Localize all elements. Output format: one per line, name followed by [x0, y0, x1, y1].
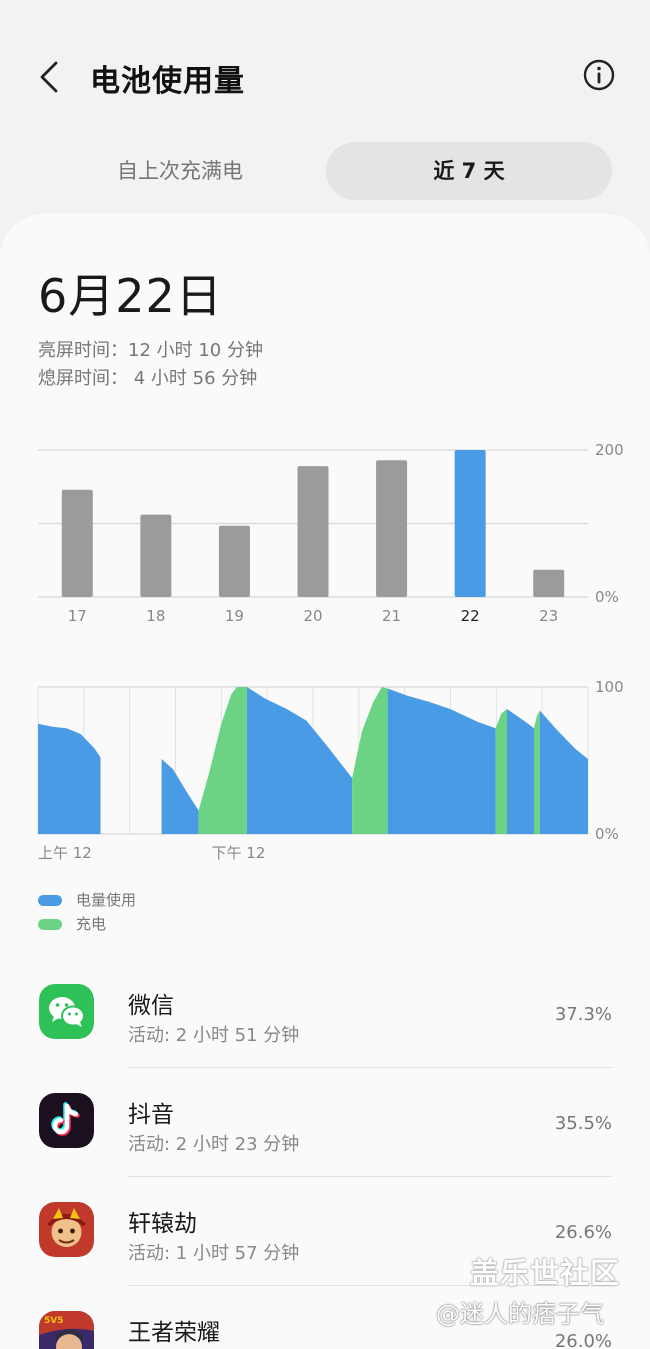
- info-button[interactable]: [582, 58, 616, 92]
- usage-card: 6月22日 亮屏时间：12 小时 10 分钟 熄屏时间： 4 小时 56 分钟 …: [0, 214, 650, 1349]
- usage-area-2: [246, 687, 353, 834]
- y-tick-label: 100: [595, 678, 624, 696]
- app-usage-percent: 37.3%: [554, 1004, 612, 1025]
- info-circle-icon: [583, 59, 615, 91]
- app-usage-percent: 26.6%: [554, 1222, 612, 1243]
- x-tick-label: 22: [461, 607, 480, 625]
- tab-last-7-days[interactable]: 近 7 天: [326, 142, 612, 200]
- bar-day-22[interactable]: [454, 450, 486, 597]
- app-row-douyin[interactable]: 抖音 活动: 2 小时 23 分钟 35.5%: [0, 1068, 650, 1177]
- usage-area-4: [507, 709, 534, 834]
- app-usage-percent: 26.0%: [554, 1331, 612, 1349]
- chart-legend: 电量使用 充电: [38, 888, 338, 936]
- y-tick-label: 0%: [595, 825, 619, 843]
- period-tabs: 自上次充满电 近 7 天: [38, 142, 612, 200]
- charging-area-1: [352, 687, 388, 834]
- x-tick-label: 17: [68, 607, 87, 625]
- usage-area-5: [539, 710, 588, 834]
- usage-area-0: [38, 723, 101, 834]
- watermark-author: @迷人的痞子气: [436, 1300, 604, 1328]
- screen-off-time: 熄屏时间： 4 小时 56 分钟: [38, 368, 258, 389]
- bar-day-21[interactable]: [376, 460, 408, 597]
- x-tick-label: 下午 12: [212, 844, 266, 862]
- charging-area-2: [495, 709, 507, 834]
- app-activity: 活动: 2 小时 23 分钟: [128, 1134, 300, 1155]
- usage-area-1: [161, 759, 199, 834]
- page-title: 电池使用量: [90, 64, 245, 99]
- y-tick-label: 0%: [595, 588, 619, 606]
- legend-item-usage: 电量使用: [38, 888, 338, 912]
- tab-since-full-charge[interactable]: 自上次充满电: [38, 142, 322, 200]
- app-name: 王者荣耀: [128, 1320, 220, 1346]
- bar-day-17[interactable]: [61, 489, 93, 597]
- app-usage-percent: 35.5%: [554, 1113, 612, 1134]
- chevron-left-icon: [40, 61, 58, 93]
- legend-swatch-charging: [38, 919, 62, 930]
- app-activity: 活动: 1 小时 57 分钟: [128, 1243, 300, 1264]
- app-name: 轩辕劫: [128, 1211, 197, 1237]
- daily-usage-bar-chart: 200 0% 17 18 19 20 21 22 23: [38, 441, 624, 625]
- x-tick-label: 上午 12: [38, 844, 92, 862]
- app-name: 微信: [128, 993, 174, 1019]
- y-tick-label: 200: [595, 441, 624, 459]
- wechat-icon: [39, 984, 94, 1039]
- x-tick-label: 19: [225, 607, 244, 625]
- app-activity: 活动: 2 小时 51 分钟: [128, 1025, 300, 1046]
- x-tick-label: 23: [539, 607, 558, 625]
- watermark-community: 盖乐世社区: [470, 1256, 621, 1290]
- bar-day-23[interactable]: [533, 569, 565, 597]
- bar-day-20[interactable]: [297, 466, 329, 597]
- xuanyuanjie-icon: [39, 1202, 94, 1257]
- legend-label-charging: 充电: [76, 915, 107, 933]
- charging-area-3: [534, 710, 540, 834]
- bar-day-19[interactable]: [218, 525, 250, 597]
- x-tick-label: 20: [303, 607, 322, 625]
- selected-date: 6月22日: [38, 269, 223, 323]
- honor-of-kings-icon: 5V5: [39, 1311, 94, 1349]
- back-button[interactable]: [30, 55, 70, 99]
- legend-item-charging: 充电: [38, 912, 338, 936]
- app-name: 抖音: [128, 1102, 174, 1128]
- screen-on-time: 亮屏时间：12 小时 10 分钟: [38, 340, 263, 361]
- app-row-wechat[interactable]: 微信 活动: 2 小时 51 分钟 37.3%: [0, 959, 650, 1068]
- legend-label-usage: 电量使用: [76, 891, 137, 909]
- bar-day-18[interactable]: [140, 514, 172, 597]
- legend-swatch-usage: [38, 895, 62, 906]
- battery-level-chart: 100 0% 上午 12 下午 12: [37, 678, 624, 862]
- douyin-icon: [39, 1093, 94, 1148]
- x-tick-label: 21: [382, 607, 401, 625]
- svg-text:5V5: 5V5: [44, 1316, 64, 1326]
- battery-usage-screen: 电池使用量 自上次充满电 近 7 天 6月22日 亮屏时间：12 小时 10 分…: [0, 0, 650, 1349]
- x-tick-label: 18: [146, 607, 165, 625]
- header: 电池使用量: [0, 0, 650, 140]
- charging-area-0: [198, 687, 247, 834]
- usage-area-3: [387, 688, 496, 834]
